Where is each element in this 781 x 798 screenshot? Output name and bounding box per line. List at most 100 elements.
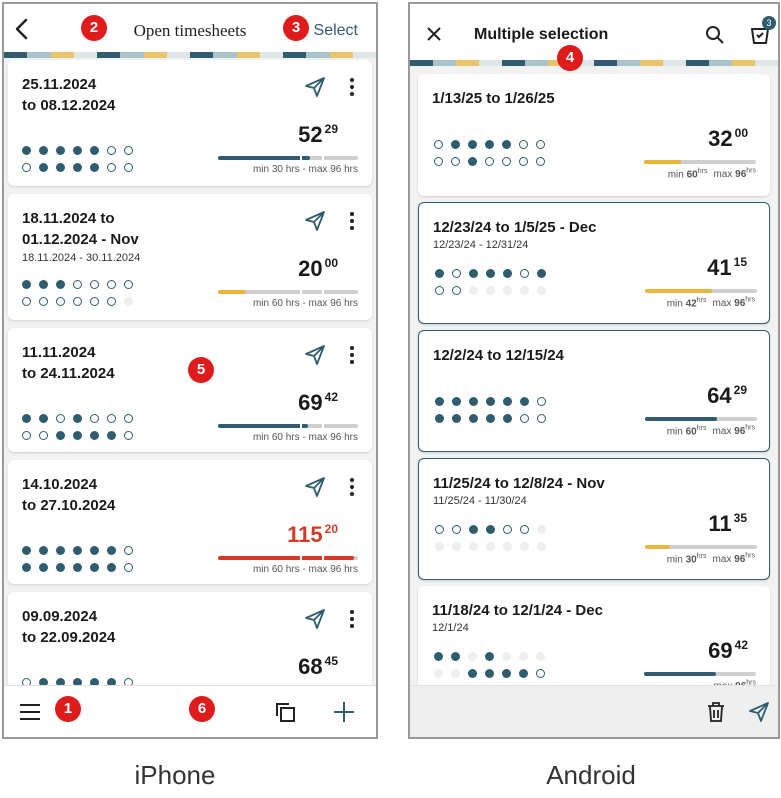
day-dot [503, 542, 512, 551]
more-options-icon[interactable] [347, 608, 357, 630]
day-dot [90, 414, 99, 423]
day-dot [452, 397, 461, 406]
hours-progress-bar [218, 289, 358, 295]
day-dot [537, 397, 546, 406]
day-dot [469, 414, 478, 423]
day-dot [485, 140, 494, 149]
day-dot [486, 525, 495, 534]
search-icon[interactable] [704, 24, 726, 46]
timesheet-card[interactable]: 11.11.2024 to 24.11.2024 69 42 min 60 hrs -… [8, 328, 372, 452]
hours-progress-bar [645, 417, 757, 421]
day-dot [435, 269, 444, 278]
close-icon[interactable] [424, 24, 444, 44]
menu-icon[interactable] [19, 703, 41, 721]
callout-marker: 1 [55, 696, 81, 722]
timesheet-card[interactable]: 18.11.2024 to 01.12.2024 - Nov 18.11.2024… [8, 194, 372, 320]
more-options-icon[interactable] [347, 210, 357, 232]
max-marker [322, 289, 324, 295]
hours-progress-bar [644, 672, 756, 676]
day-dot [73, 280, 82, 289]
hours-range-caption: min 60 hrs - max 96 hrs [252, 432, 358, 443]
day-dot [452, 269, 461, 278]
day-dot [434, 157, 443, 166]
day-status-dots [22, 280, 134, 306]
day-dot [519, 157, 528, 166]
progress-fill [644, 672, 716, 676]
day-dot [124, 146, 133, 155]
hours-value: 64 [707, 383, 732, 408]
timesheet-period: 09.09.2024 to 22.09.2024 [22, 608, 116, 646]
day-dot [468, 157, 477, 166]
hours-range-caption: min 60hrs max 96hrs [666, 425, 755, 438]
day-dot [22, 431, 31, 440]
min-marker [300, 155, 302, 161]
progress-fill [218, 290, 246, 294]
more-options-icon[interactable] [347, 344, 357, 366]
total-hours: 52 29 [298, 122, 338, 148]
day-dot [520, 397, 529, 406]
platform-label-iphone: iPhone [134, 760, 216, 790]
day-dot [56, 280, 65, 289]
day-dot [468, 140, 477, 149]
timesheet-card[interactable]: 14.10.2024 to 27.10.2024 115 20 min 60 hrs … [8, 460, 372, 584]
day-dot [22, 163, 31, 172]
copy-icon[interactable] [274, 701, 296, 723]
day-dot [435, 525, 444, 534]
day-dot [486, 414, 495, 423]
hours-value: 69 [298, 390, 323, 415]
timesheet-period: 14.10.2024 to 27.10.2024 [22, 476, 116, 514]
header-pattern [410, 60, 778, 66]
send-icon[interactable] [748, 701, 770, 723]
add-icon[interactable] [332, 700, 356, 724]
send-icon[interactable] [304, 344, 326, 366]
total-hours: 64 29 [707, 383, 747, 409]
day-dot [451, 157, 460, 166]
day-dot [90, 297, 99, 306]
timesheet-period: 12/2/24 to 12/15/24 [433, 347, 564, 364]
callout-marker: 3 [283, 15, 309, 41]
day-dot [486, 286, 495, 295]
timesheet-card[interactable]: 12/23/24 to 1/5/25 - Dec 12/23/24 - 12/31… [418, 202, 770, 324]
send-icon[interactable] [304, 210, 326, 232]
timesheet-card[interactable]: 12/2/24 to 12/15/24 64 29 min 60hrs max 96hr… [418, 330, 770, 452]
hours-value: 20 [298, 256, 323, 281]
day-dot [536, 669, 545, 678]
send-icon[interactable] [304, 608, 326, 630]
day-status-dots [435, 397, 547, 423]
day-dot [124, 431, 133, 440]
select-button[interactable]: Select [314, 22, 358, 40]
day-dot [56, 414, 65, 423]
more-options-icon[interactable] [347, 476, 357, 498]
day-dot [22, 297, 31, 306]
day-dot [486, 269, 495, 278]
timesheet-card[interactable]: 25.11.2024 to 08.12.2024 52 29 min 30 hrs -… [8, 60, 372, 186]
day-dot [90, 546, 99, 555]
day-dot [56, 146, 65, 155]
day-dot [73, 414, 82, 423]
day-dot [451, 669, 460, 678]
timesheet-subperiod: 12/23/24 - 12/31/24 [433, 239, 529, 251]
day-dot [469, 269, 478, 278]
send-icon[interactable] [304, 76, 326, 98]
timesheet-card[interactable]: 11/25/24 to 12/8/24 - Nov 11/25/24 - 11/3… [418, 458, 770, 580]
day-dot [56, 563, 65, 572]
hours-progress-bar [645, 545, 757, 549]
delete-icon[interactable] [706, 701, 726, 723]
day-dot [519, 669, 528, 678]
day-dot [469, 525, 478, 534]
day-dot [503, 269, 512, 278]
timesheet-card[interactable]: 1/13/25 to 1/26/25 32 00 min 60hrs max 96hrs [418, 74, 770, 196]
more-options-icon[interactable] [347, 76, 357, 98]
day-dot [39, 163, 48, 172]
day-dot [503, 525, 512, 534]
day-dot [537, 414, 546, 423]
day-dot [56, 163, 65, 172]
send-icon[interactable] [304, 476, 326, 498]
day-dot [537, 286, 546, 295]
day-dot [434, 652, 443, 661]
day-dot [520, 414, 529, 423]
total-hours: 32 00 [708, 126, 748, 152]
hours-value: 68 [298, 654, 323, 679]
day-dot [452, 286, 461, 295]
day-dot [469, 542, 478, 551]
